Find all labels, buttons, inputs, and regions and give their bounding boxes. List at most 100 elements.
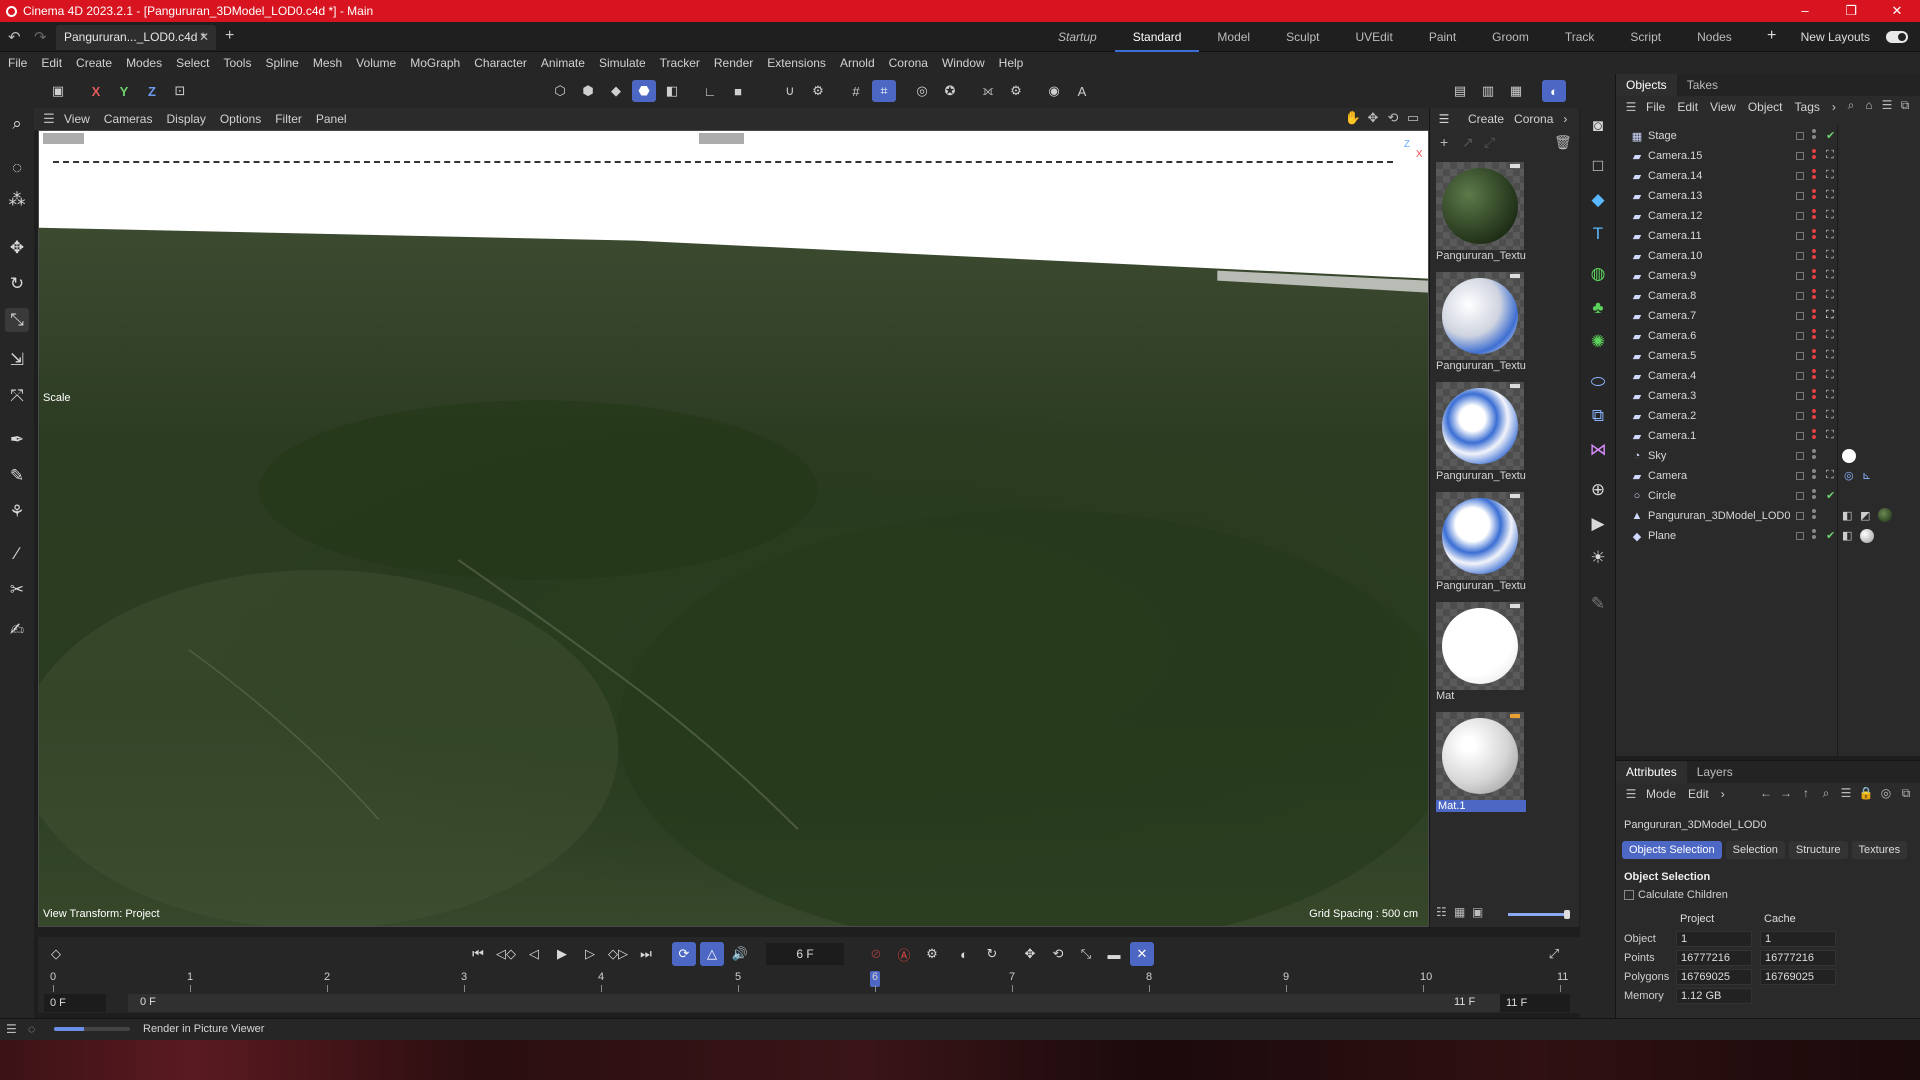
edit-toggle[interactable]: [1796, 452, 1804, 460]
camera-tag-icon[interactable]: ⛶: [1826, 429, 1834, 442]
key-param-icon[interactable]: ▬: [1102, 942, 1126, 966]
menu-select[interactable]: Select: [176, 56, 209, 70]
record-point-icon[interactable]: ◎: [910, 80, 934, 102]
camera-tag-icon[interactable]: ⛶: [1826, 389, 1834, 402]
edit-toggle[interactable]: [1796, 132, 1804, 140]
polygon-pen-icon[interactable]: ✍: [5, 618, 29, 642]
keyframe-icon[interactable]: ◇: [44, 942, 68, 966]
edit-toggle[interactable]: [1796, 492, 1804, 500]
viewport-hamburger-icon[interactable]: ☰: [34, 111, 64, 127]
add-layout-icon[interactable]: +: [1767, 27, 1776, 45]
object-row-camera[interactable]: ▰ Camera.2 ⛶: [1616, 406, 1920, 426]
visibility-dots[interactable]: [1812, 189, 1816, 201]
rotate-icon[interactable]: ↻: [5, 272, 29, 296]
menu-help[interactable]: Help: [999, 56, 1024, 70]
layout-uvedit[interactable]: UVEdit: [1337, 22, 1410, 52]
viewport-menu-display[interactable]: Display: [166, 112, 205, 126]
visibility-dots[interactable]: [1812, 349, 1816, 361]
go-to-start-icon[interactable]: ⏮: [466, 942, 490, 966]
material-item[interactable]: Pangururan_Textu: [1434, 380, 1526, 488]
menu-tracker[interactable]: Tracker: [660, 56, 700, 70]
object-row-camera[interactable]: ▰ Camera.6 ⛶: [1616, 326, 1920, 346]
check-icon[interactable]: ✔: [1826, 489, 1835, 502]
visibility-dots[interactable]: [1812, 169, 1816, 181]
plane-material-tag[interactable]: [1860, 529, 1874, 543]
attributes-menu-mode[interactable]: Mode: [1646, 787, 1676, 801]
layout-model[interactable]: Model: [1199, 22, 1268, 52]
camera-tag-icon[interactable]: ⛶: [1826, 209, 1834, 222]
camera-tag-icon[interactable]: ⛶: [1826, 329, 1834, 342]
settings-gear-icon[interactable]: ⚙: [1004, 80, 1028, 102]
camera-tag-active-icon[interactable]: ⛶: [1826, 309, 1834, 322]
new-tab-icon[interactable]: +: [225, 27, 234, 45]
object-row-model[interactable]: ▲ Pangururan_3DModel_LOD0 ◧ ◩: [1616, 506, 1920, 526]
magnet-icon[interactable]: ∪: [778, 80, 802, 102]
edit-toggle[interactable]: [1796, 152, 1804, 160]
environment-icon[interactable]: ⊕: [1586, 478, 1610, 502]
object-row-camera[interactable]: ▰ Camera.11 ⛶: [1616, 226, 1920, 246]
key-position-icon[interactable]: ◐: [952, 942, 976, 966]
material-item[interactable]: Mat: [1434, 600, 1526, 708]
camera-tag-icon[interactable]: ⛶: [1826, 229, 1834, 242]
visibility-dots[interactable]: [1812, 309, 1816, 321]
layout-nodes[interactable]: Nodes: [1679, 22, 1750, 52]
camera-tag-icon[interactable]: ⛶: [1826, 289, 1834, 302]
layout-startup[interactable]: Startup: [1040, 22, 1115, 52]
visibility-dots[interactable]: [1812, 289, 1816, 301]
tab-layers[interactable]: Layers: [1687, 761, 1743, 783]
terrain-material-tag[interactable]: [1878, 508, 1892, 522]
back-arrow-icon[interactable]: ←: [1756, 786, 1776, 801]
object-row-camera[interactable]: ▰ Camera.15 ⛶: [1616, 146, 1920, 166]
objects-menu-file[interactable]: File: [1646, 100, 1665, 114]
light-icon[interactable]: ☀: [1586, 546, 1610, 570]
objects-menu-edit[interactable]: Edit: [1677, 100, 1698, 114]
edit-toggle[interactable]: [1796, 512, 1804, 520]
camera-tag-icon[interactable]: ⛶: [1826, 149, 1834, 162]
material-hamburger-icon[interactable]: ☰: [1430, 112, 1458, 126]
range-start-field[interactable]: 0 F: [44, 994, 106, 1012]
menu-file[interactable]: File: [8, 56, 27, 70]
key-pla-icon[interactable]: ✕: [1130, 942, 1154, 966]
object-row-camera[interactable]: ▰ Camera.5 ⛶: [1616, 346, 1920, 366]
key-move-icon[interactable]: ✥: [1018, 942, 1042, 966]
minimize-button[interactable]: –: [1782, 0, 1828, 22]
subtab-objects-selection[interactable]: Objects Selection: [1622, 841, 1722, 859]
axis-z-toggle[interactable]: Z: [140, 80, 164, 102]
object-row-camera[interactable]: ▰ Camera.3 ⛶: [1616, 386, 1920, 406]
material-item[interactable]: Pangururan_Textu: [1434, 270, 1526, 378]
status-check-icon[interactable]: ◌: [28, 1022, 35, 1036]
layout-groom[interactable]: Groom: [1474, 22, 1547, 52]
arnold-icon[interactable]: A: [1070, 80, 1094, 102]
edit-toggle[interactable]: [1796, 252, 1804, 260]
edit-toggle[interactable]: [1796, 292, 1804, 300]
visibility-dots[interactable]: [1812, 329, 1816, 341]
current-frame-field[interactable]: 6 F: [766, 943, 844, 965]
menu-arnold[interactable]: Arnold: [840, 56, 875, 70]
object-row-camera[interactable]: ▰ Camera.4 ⛶: [1616, 366, 1920, 386]
prev-key-icon[interactable]: ◁◇: [494, 942, 518, 966]
object-row-plane[interactable]: ◆ Plane ✔ ◧: [1616, 526, 1920, 546]
menu-volume[interactable]: Volume: [356, 56, 396, 70]
solo-icon[interactable]: ■: [726, 80, 750, 102]
edit-toggle[interactable]: [1796, 212, 1804, 220]
menu-create[interactable]: Create: [76, 56, 112, 70]
objects-new-window-icon[interactable]: ⧉: [1896, 98, 1914, 113]
layout-track[interactable]: Track: [1547, 22, 1613, 52]
spline-tools-icon[interactable]: ✎: [5, 464, 29, 488]
attributes-menu-edit[interactable]: Edit: [1688, 787, 1709, 801]
axis-y-toggle[interactable]: Y: [112, 80, 136, 102]
edit-toggle[interactable]: [1796, 412, 1804, 420]
edit-toggle[interactable]: [1796, 352, 1804, 360]
autokey-icon[interactable]: Ⓐ: [892, 942, 916, 966]
edit-toggle[interactable]: [1796, 232, 1804, 240]
viewport-maximize-icon[interactable]: ▭: [1403, 110, 1423, 126]
visibility-dots[interactable]: [1812, 529, 1816, 541]
key-rotation-icon[interactable]: ↻: [980, 942, 1004, 966]
grid-view-icon[interactable]: ▦: [1454, 905, 1465, 919]
undo-icon[interactable]: ↶: [8, 28, 21, 46]
clapboard-icon[interactable]: ▣: [46, 80, 70, 102]
visibility-dots[interactable]: [1812, 209, 1816, 221]
model-mode-icon[interactable]: ⬣: [632, 80, 656, 102]
menu-spline[interactable]: Spline: [265, 56, 298, 70]
material-menu-more-icon[interactable]: ›: [1563, 112, 1567, 126]
